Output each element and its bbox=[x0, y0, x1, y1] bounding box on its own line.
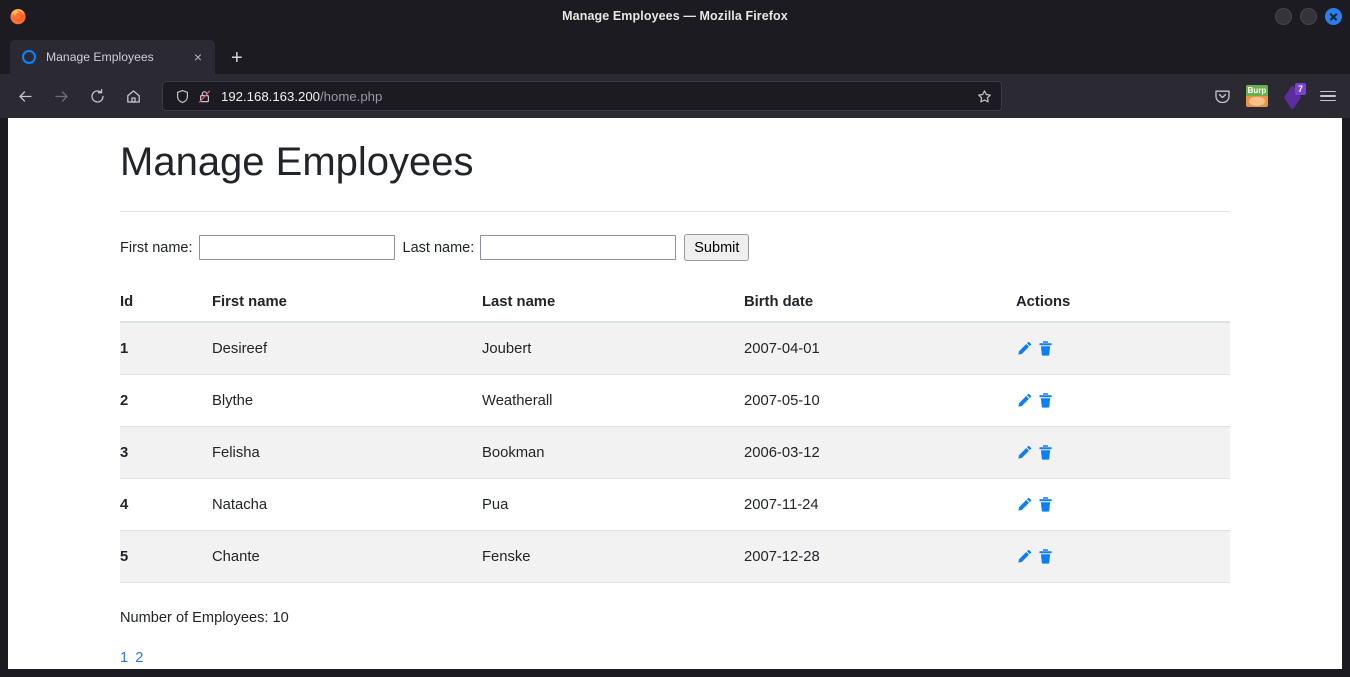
table-row: 3 Felisha Bookman 2006-03-12 bbox=[120, 426, 1230, 479]
first-name-label: First name: bbox=[120, 239, 193, 256]
cell-birth-date: 2006-03-12 bbox=[744, 426, 1016, 479]
burp-face-icon bbox=[1249, 97, 1265, 106]
title-divider bbox=[120, 211, 1230, 212]
title-bar: Manage Employees — Mozilla Firefox bbox=[0, 0, 1350, 32]
cell-birth-date: 2007-12-28 bbox=[744, 530, 1016, 583]
table-header: Id First name Last name Birth date Actio… bbox=[120, 283, 1230, 323]
maximize-button[interactable] bbox=[1300, 7, 1317, 25]
shield-icon[interactable] bbox=[171, 89, 193, 104]
cell-last-name: Weatherall bbox=[482, 374, 744, 427]
cell-actions bbox=[1016, 322, 1230, 375]
cell-id: 4 bbox=[120, 478, 212, 531]
tab-bar: Manage Employees × + bbox=[0, 32, 1350, 74]
cell-actions bbox=[1016, 374, 1230, 427]
cell-first-name: Felisha bbox=[212, 426, 482, 479]
employee-search-form: First name: Last name: Submit bbox=[120, 234, 1342, 261]
trash-icon[interactable] bbox=[1037, 392, 1054, 409]
page-title: Manage Employees bbox=[120, 140, 474, 184]
pencil-icon[interactable] bbox=[1016, 496, 1033, 513]
tab-manage-employees[interactable]: Manage Employees × bbox=[10, 40, 215, 74]
forward-icon[interactable] bbox=[46, 81, 76, 111]
url-bar[interactable]: 192.168.163.200/home.php bbox=[162, 81, 1002, 111]
column-header-birth-date: Birth date bbox=[744, 283, 1016, 323]
extension-badge-icon[interactable]: 7 bbox=[1282, 83, 1306, 110]
cell-id: 1 bbox=[120, 322, 212, 375]
firefox-window: Manage Employees — Mozilla Firefox Manag… bbox=[0, 0, 1350, 677]
table-row: 1 Desireef Joubert 2007-04-01 bbox=[120, 322, 1230, 375]
lock-crossed-icon[interactable] bbox=[193, 89, 215, 104]
hamburger-icon[interactable] bbox=[1320, 90, 1336, 102]
pencil-icon[interactable] bbox=[1016, 444, 1033, 461]
pencil-icon[interactable] bbox=[1016, 340, 1033, 357]
column-header-last-name: Last name bbox=[482, 283, 744, 323]
burp-suite-icon[interactable]: Burp bbox=[1246, 85, 1268, 107]
toolbar-extensions: Burp 7 bbox=[1213, 83, 1340, 110]
new-tab-button[interactable]: + bbox=[231, 48, 243, 68]
home-icon[interactable] bbox=[118, 81, 148, 111]
cell-birth-date: 2007-05-10 bbox=[744, 374, 1016, 427]
minimize-button[interactable] bbox=[1275, 7, 1292, 25]
last-name-input[interactable] bbox=[480, 235, 677, 260]
tab-label: Manage Employees bbox=[46, 50, 154, 64]
trash-icon[interactable] bbox=[1037, 340, 1054, 357]
cell-id: 5 bbox=[120, 530, 212, 583]
table-row: 4 Natacha Pua 2007-11-24 bbox=[120, 478, 1230, 531]
pagination-link-2[interactable]: 2 bbox=[135, 650, 143, 666]
table-body: 1 Desireef Joubert 2007-04-01 2 Blythe W… bbox=[120, 322, 1230, 583]
table-header-row: Id First name Last name Birth date Actio… bbox=[120, 283, 1230, 323]
circle-favicon-icon bbox=[22, 50, 36, 64]
cell-last-name: Fenske bbox=[482, 530, 744, 583]
table-row: 5 Chante Fenske 2007-12-28 bbox=[120, 530, 1230, 583]
cell-birth-date: 2007-04-01 bbox=[744, 322, 1016, 375]
cell-id: 3 bbox=[120, 426, 212, 479]
url-text[interactable]: 192.168.163.200/home.php bbox=[221, 89, 969, 104]
window-title: Manage Employees — Mozilla Firefox bbox=[562, 9, 788, 23]
window-controls bbox=[1275, 0, 1342, 32]
last-name-label: Last name: bbox=[402, 239, 475, 256]
first-name-input[interactable] bbox=[198, 235, 395, 260]
star-icon[interactable] bbox=[975, 89, 993, 104]
badge-count: 7 bbox=[1294, 83, 1306, 95]
column-header-first-name: First name bbox=[212, 283, 482, 323]
pencil-icon[interactable] bbox=[1016, 548, 1033, 565]
url-host: 192.168.163.200 bbox=[221, 88, 321, 104]
cell-last-name: Pua bbox=[482, 478, 744, 531]
cell-birth-date: 2007-11-24 bbox=[744, 478, 1016, 531]
employees-table: Id First name Last name Birth date Actio… bbox=[120, 283, 1230, 583]
cell-actions bbox=[1016, 426, 1230, 479]
web-page: Manage Employees First name: Last name: … bbox=[8, 118, 1342, 669]
cell-first-name: Natacha bbox=[212, 478, 482, 531]
firefox-logo-icon bbox=[8, 6, 28, 26]
cell-actions bbox=[1016, 530, 1230, 583]
cell-first-name: Desireef bbox=[212, 322, 482, 375]
cell-last-name: Joubert bbox=[482, 322, 744, 375]
cell-last-name: Bookman bbox=[482, 426, 744, 479]
navigation-toolbar: 192.168.163.200/home.php Burp 7 bbox=[0, 74, 1350, 118]
cell-actions bbox=[1016, 478, 1230, 531]
pocket-icon[interactable] bbox=[1213, 87, 1232, 106]
column-header-actions: Actions bbox=[1016, 283, 1230, 323]
close-button[interactable] bbox=[1325, 7, 1342, 25]
trash-icon[interactable] bbox=[1037, 444, 1054, 461]
content-area: Manage Employees First name: Last name: … bbox=[0, 118, 1350, 677]
burp-label: Burp bbox=[1246, 85, 1268, 96]
employee-count: Number of Employees: 10 bbox=[120, 610, 289, 626]
cell-first-name: Chante bbox=[212, 530, 482, 583]
column-header-id: Id bbox=[120, 283, 212, 323]
back-icon[interactable] bbox=[10, 81, 40, 111]
submit-button[interactable]: Submit bbox=[684, 234, 750, 261]
table-row: 2 Blythe Weatherall 2007-05-10 bbox=[120, 374, 1230, 427]
close-icon[interactable]: × bbox=[189, 50, 207, 64]
cell-id: 2 bbox=[120, 374, 212, 427]
pencil-icon[interactable] bbox=[1016, 392, 1033, 409]
pagination: 1 2 bbox=[120, 650, 1342, 666]
cell-first-name: Blythe bbox=[212, 374, 482, 427]
pagination-link-1[interactable]: 1 bbox=[120, 650, 128, 666]
reload-icon[interactable] bbox=[82, 81, 112, 111]
url-path: /home.php bbox=[320, 88, 383, 104]
trash-icon[interactable] bbox=[1037, 548, 1054, 565]
trash-icon[interactable] bbox=[1037, 496, 1054, 513]
